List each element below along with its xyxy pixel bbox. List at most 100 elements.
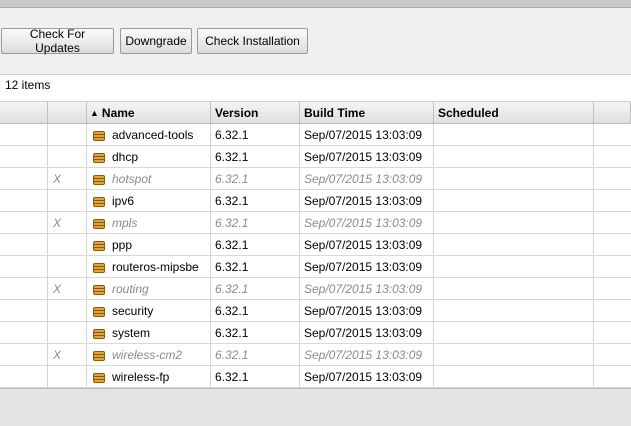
row-name: security (112, 303, 154, 318)
table-row[interactable]: Xhotspot 6.32.1 Sep/07/2015 13:03:09 (0, 168, 631, 190)
header-name-label: Name (101, 105, 135, 120)
table-row[interactable]: security 6.32.1 Sep/07/2015 13:03:09 (0, 300, 631, 322)
row-build-time: Sep/07/2015 13:03:09 (300, 168, 434, 189)
header-flag-column[interactable] (48, 102, 87, 123)
row-name: advanced-tools (112, 127, 194, 142)
downgrade-button[interactable]: Downgrade (120, 28, 192, 54)
row-filler (594, 168, 631, 189)
package-icon (93, 372, 105, 383)
table-bottom-border (0, 388, 631, 389)
header-name-column[interactable]: ▲ Name (87, 102, 211, 123)
row-name-cell[interactable]: ppp (87, 234, 211, 255)
row-flag (48, 366, 87, 387)
row-name-cell[interactable]: wireless-cm2 (87, 344, 211, 365)
row-scheduled (434, 168, 594, 189)
row-name-cell[interactable]: routeros-mipsbe (87, 256, 211, 277)
row-build-time: Sep/07/2015 13:03:09 (300, 256, 434, 277)
row-build-time: Sep/07/2015 13:03:09 (300, 344, 434, 365)
table-row[interactable]: Xrouting 6.32.1 Sep/07/2015 13:03:09 (0, 278, 631, 300)
row-filler (594, 300, 631, 321)
row-name-cell[interactable]: ipv6 (87, 190, 211, 211)
row-flag (48, 124, 87, 145)
package-icon (93, 240, 105, 251)
row-filler (594, 212, 631, 233)
toolbar: Check For Updates Downgrade Check Instal… (0, 8, 631, 74)
row-scheduled (434, 124, 594, 145)
table-row[interactable]: routeros-mipsbe 6.32.1 Sep/07/2015 13:03:0… (0, 256, 631, 278)
row-scheduled (434, 322, 594, 343)
row-select-cell[interactable] (0, 344, 48, 365)
row-filler (594, 344, 631, 365)
row-name-cell[interactable]: dhcp (87, 146, 211, 167)
row-build-time: Sep/07/2015 13:03:09 (300, 322, 434, 343)
row-filler (594, 322, 631, 343)
row-build-time: Sep/07/2015 13:03:09 (300, 234, 434, 255)
row-select-cell[interactable] (0, 300, 48, 321)
row-build-time: Sep/07/2015 13:03:09 (300, 300, 434, 321)
table-row[interactable]: advanced-tools 6.32.1 Sep/07/2015 13:03:09 (0, 124, 631, 146)
items-count: 12 items (5, 78, 51, 92)
table-body: advanced-tools 6.32.1 Sep/07/2015 13:03:09… (0, 124, 631, 388)
row-flag (48, 322, 87, 343)
row-name: system (112, 325, 151, 340)
row-version: 6.32.1 (211, 212, 300, 233)
row-build-time: Sep/07/2015 13:03:09 (300, 212, 434, 233)
row-name-cell[interactable]: wireless-fp (87, 366, 211, 387)
row-scheduled (434, 256, 594, 277)
check-for-updates-button[interactable]: Check For Updates (1, 27, 114, 55)
row-filler (594, 190, 631, 211)
row-name-cell[interactable]: advanced-tools (87, 124, 211, 145)
row-name: mpls (112, 215, 138, 230)
row-flag (48, 190, 87, 211)
row-select-cell[interactable] (0, 278, 48, 299)
row-name-cell[interactable]: system (87, 322, 211, 343)
row-select-cell[interactable] (0, 168, 48, 189)
row-build-time: Sep/07/2015 13:03:09 (300, 124, 434, 145)
header-select-column[interactable] (0, 102, 48, 123)
row-version: 6.32.1 (211, 278, 300, 299)
row-select-cell[interactable] (0, 256, 48, 277)
table-row[interactable]: ppp 6.32.1 Sep/07/2015 13:03:09 (0, 234, 631, 256)
row-select-cell[interactable] (0, 212, 48, 233)
check-installation-button[interactable]: Check Installation (197, 28, 308, 54)
row-flag (48, 146, 87, 167)
row-version: 6.32.1 (211, 366, 300, 387)
header-scheduled-column[interactable]: Scheduled (434, 102, 594, 123)
row-build-time: Sep/07/2015 13:03:09 (300, 190, 434, 211)
row-version: 6.32.1 (211, 124, 300, 145)
row-filler (594, 146, 631, 167)
package-icon (93, 262, 105, 273)
row-name-cell[interactable]: routing (87, 278, 211, 299)
table-row[interactable]: Xmpls 6.32.1 Sep/07/2015 13:03:09 (0, 212, 631, 234)
row-select-cell[interactable] (0, 366, 48, 387)
row-name-cell[interactable]: security (87, 300, 211, 321)
table-row[interactable]: ipv6 6.32.1 Sep/07/2015 13:03:09 (0, 190, 631, 212)
header-build-time-column[interactable]: Build Time (300, 102, 434, 123)
header-filler (594, 102, 631, 123)
row-select-cell[interactable] (0, 234, 48, 255)
row-select-cell[interactable] (0, 190, 48, 211)
row-name: ipv6 (112, 193, 135, 208)
row-select-cell[interactable] (0, 146, 48, 167)
row-name: routeros-mipsbe (112, 259, 199, 274)
row-select-cell[interactable] (0, 124, 48, 145)
row-name-cell[interactable]: mpls (87, 212, 211, 233)
row-version: 6.32.1 (211, 256, 300, 277)
table-row[interactable]: wireless-fp 6.32.1 Sep/07/2015 13:03:09 (0, 366, 631, 388)
row-name-cell[interactable]: hotspot (87, 168, 211, 189)
package-icon (93, 152, 105, 163)
table-header: ▲ Name Version Build Time Scheduled (0, 102, 631, 124)
sort-ascending-icon: ▲ (90, 107, 99, 118)
row-version: 6.32.1 (211, 322, 300, 343)
row-select-cell[interactable] (0, 322, 48, 343)
row-scheduled (434, 146, 594, 167)
row-name: routing (112, 281, 149, 296)
table-row[interactable]: system 6.32.1 Sep/07/2015 13:03:09 (0, 322, 631, 344)
table-row[interactable]: dhcp 6.32.1 Sep/07/2015 13:03:09 (0, 146, 631, 168)
table-row[interactable]: Xwireless-cm2 6.32.1 Sep/07/2015 13:03:09 (0, 344, 631, 366)
row-scheduled (434, 234, 594, 255)
row-filler (594, 256, 631, 277)
package-icon (93, 218, 105, 229)
row-filler (594, 234, 631, 255)
header-version-column[interactable]: Version (211, 102, 300, 123)
